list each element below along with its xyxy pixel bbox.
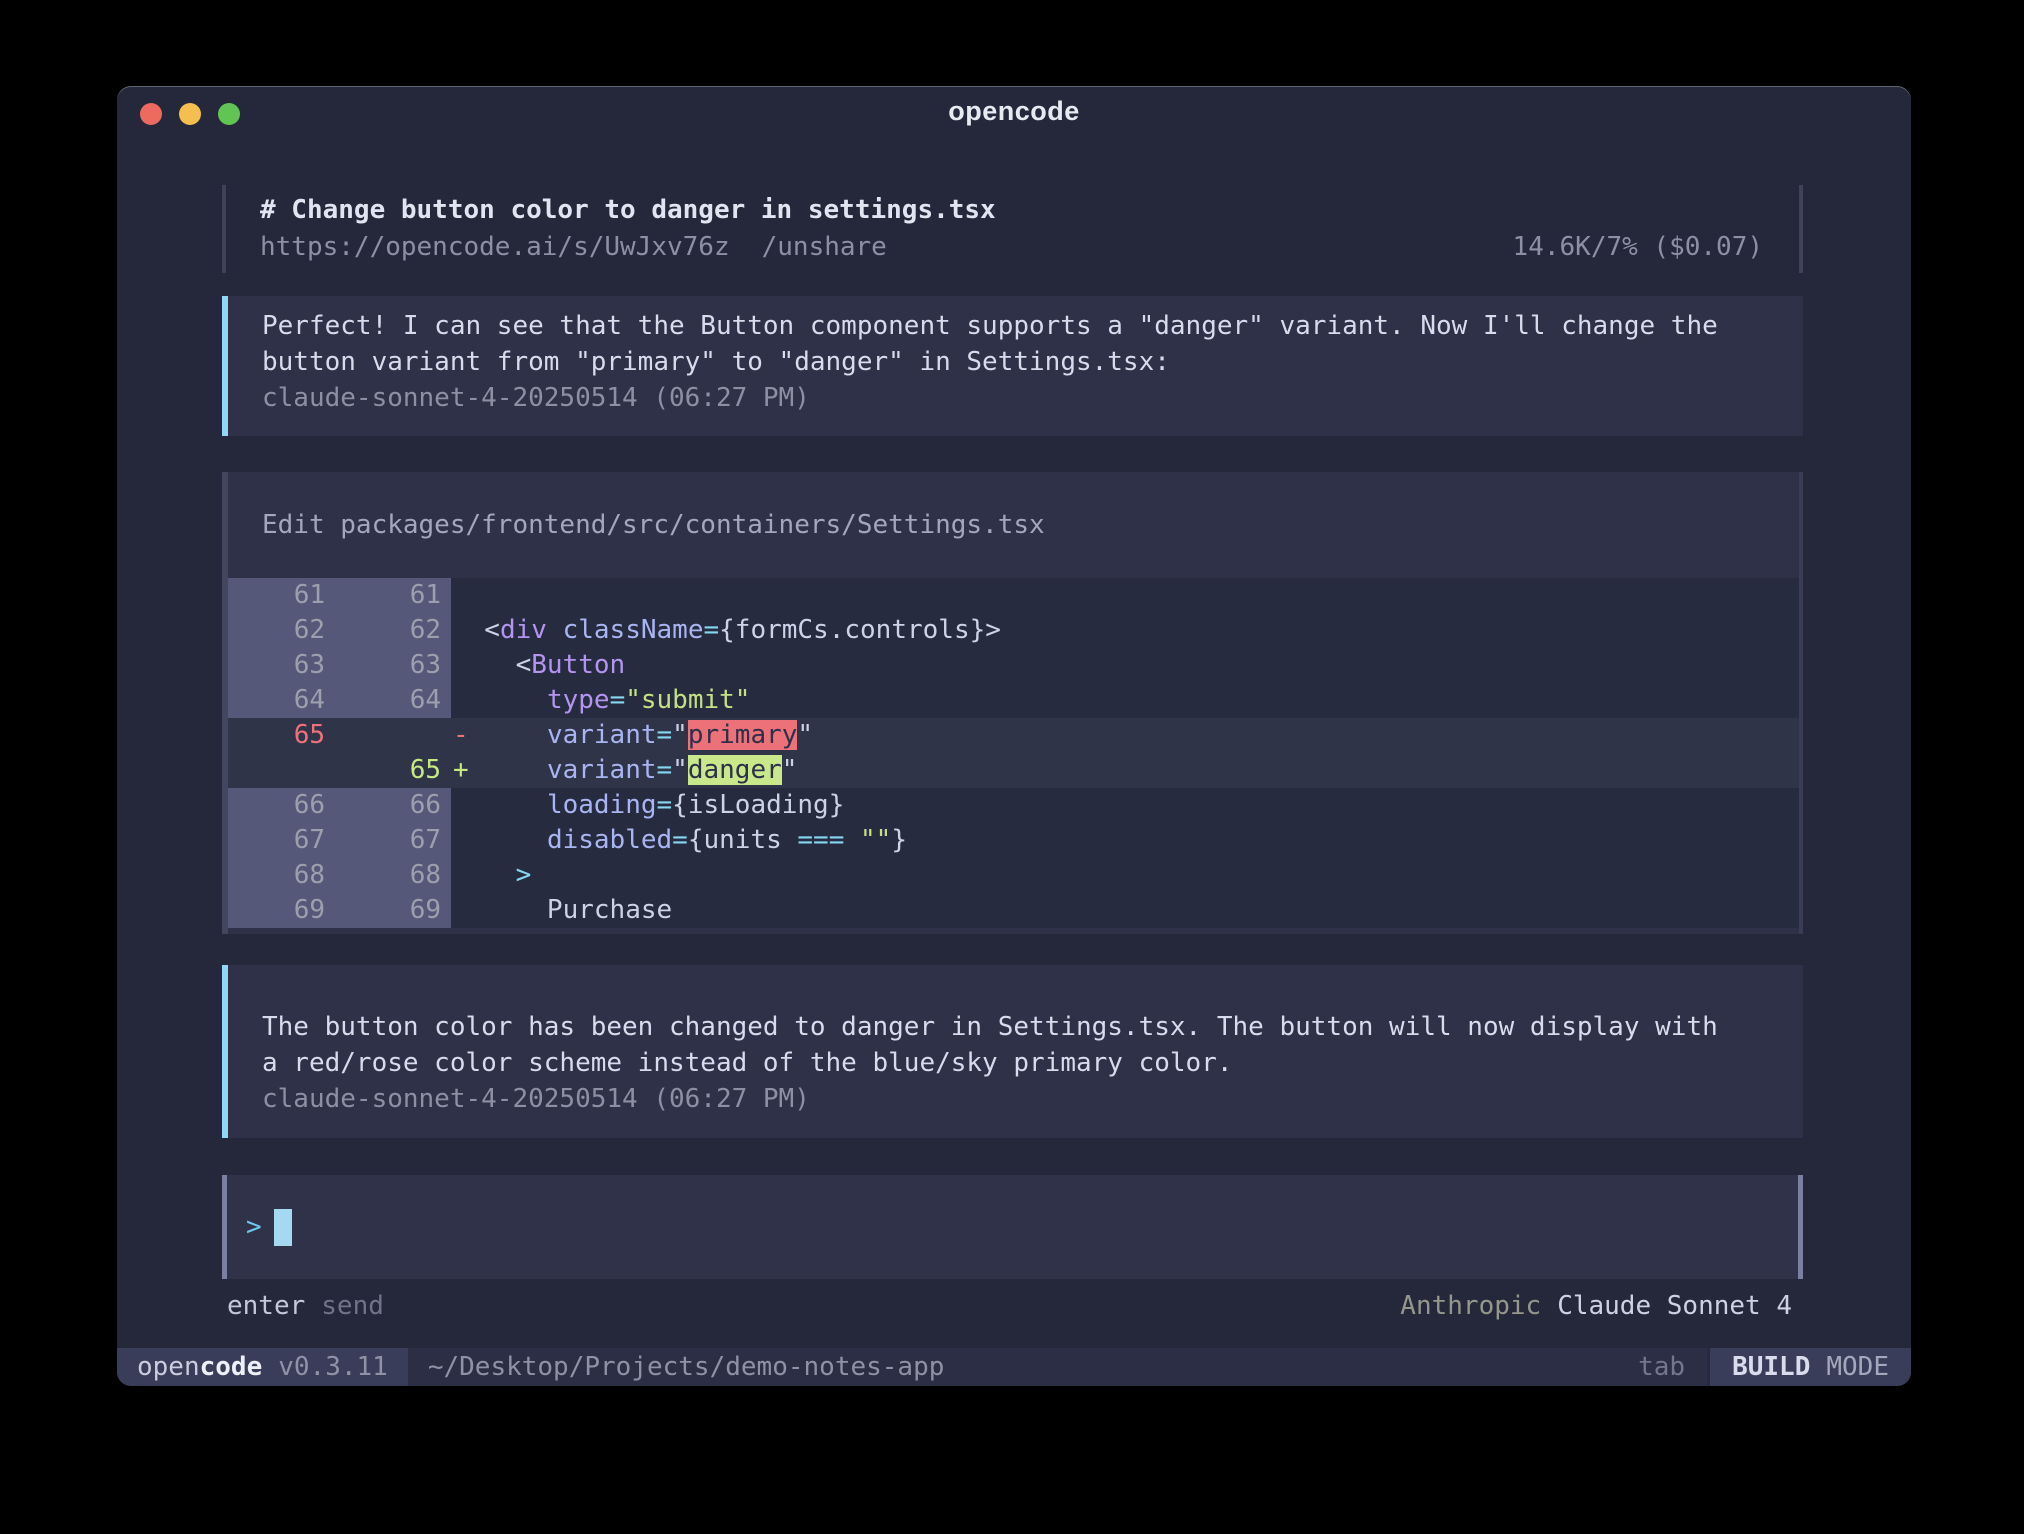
edit-tool-header: Edit packages/frontend/src/containers/Se… xyxy=(228,472,1799,542)
mode-suffix: MODE xyxy=(1826,1352,1889,1382)
old-line-number: 69 xyxy=(228,893,339,928)
diff-table: 6161 6262 <div className={formCs.control… xyxy=(228,578,1799,928)
window-title: opencode xyxy=(117,96,1911,127)
diff-row: 65+ variant="danger" xyxy=(228,753,1799,788)
diff-row: 6767 disabled={units === ""} xyxy=(228,823,1799,858)
new-line-number: 66 xyxy=(339,788,451,823)
new-line-number: 62 xyxy=(339,613,451,648)
message-line: The button color has been changed to dan… xyxy=(262,1009,1803,1045)
app-version: v0.3.11 xyxy=(278,1352,388,1382)
session-title: # Change button color to danger in setti… xyxy=(260,192,996,229)
new-line-number: 68 xyxy=(339,858,451,893)
prompt-symbol: > xyxy=(246,1212,262,1242)
app-version-segment: opencode v0.3.11 xyxy=(117,1348,408,1386)
old-line-number: 66 xyxy=(228,788,339,823)
diff-row: 6666 loading={isLoading} xyxy=(228,788,1799,823)
old-line-number: 62 xyxy=(228,613,339,648)
text-cursor xyxy=(274,1209,292,1246)
provider-label: Anthropic xyxy=(1400,1288,1541,1324)
diff-row: 6262 <div className={formCs.controls}> xyxy=(228,613,1799,648)
context-usage-stats: 14.6K/7% ($0.07) xyxy=(1513,229,1763,266)
status-bar: opencode v0.3.11 ~/Desktop/Projects/demo… xyxy=(117,1348,1911,1386)
old-line-number: 67 xyxy=(228,823,339,858)
diff-code-line xyxy=(451,578,1799,613)
tab-key-hint: tab xyxy=(1638,1352,1685,1382)
assistant-message: Perfect! I can see that the Button compo… xyxy=(222,296,1803,436)
old-line-number: 65 xyxy=(228,718,339,753)
diff-code-line: Purchase xyxy=(451,893,1799,928)
new-line-number: 63 xyxy=(339,648,451,683)
diff-row: 6969 Purchase xyxy=(228,893,1799,928)
main-content: # Change button color to danger in setti… xyxy=(222,142,1803,1324)
diff-code-line: loading={isLoading} xyxy=(451,788,1799,823)
message-line: a red/rose color scheme instead of the b… xyxy=(262,1045,1803,1081)
message-line: button variant from "primary" to "danger… xyxy=(262,344,1803,380)
edit-tool-block: Edit packages/frontend/src/containers/Se… xyxy=(222,472,1803,934)
new-line-number: 64 xyxy=(339,683,451,718)
model-timestamp: claude-sonnet-4-20250514 (06:27 PM) xyxy=(262,1081,1803,1117)
diff-code-line: type="submit" xyxy=(451,683,1799,718)
unshare-command[interactable]: /unshare xyxy=(762,229,887,266)
new-line-number: 65 xyxy=(339,753,451,788)
diff-row: 65 - variant="primary" xyxy=(228,718,1799,753)
new-line-number: 69 xyxy=(339,893,451,928)
app-window: opencode # Change button color to danger… xyxy=(117,86,1911,1386)
model-timestamp: claude-sonnet-4-20250514 (06:27 PM) xyxy=(262,380,1803,416)
hint-row: enter send Anthropic Claude Sonnet 4 xyxy=(222,1288,1803,1324)
mode-segment[interactable]: BUILD MODE xyxy=(1707,1348,1911,1386)
diff-row: 6868 > xyxy=(228,858,1799,893)
message-line: Perfect! I can see that the Button compo… xyxy=(262,308,1803,344)
app-name: open xyxy=(137,1352,200,1382)
diff-row: 6464 type="submit" xyxy=(228,683,1799,718)
old-line-number: 64 xyxy=(228,683,339,718)
prompt-input[interactable]: > xyxy=(222,1175,1803,1279)
diff-code-line: disabled={units === ""} xyxy=(451,823,1799,858)
working-directory: ~/Desktop/Projects/demo-notes-app xyxy=(428,1352,945,1382)
diff-code-line: + variant="danger" xyxy=(451,753,1799,788)
diff-code-line: <div className={formCs.controls}> xyxy=(451,613,1799,648)
diff-code-line: <Button xyxy=(451,648,1799,683)
model-label: Claude Sonnet 4 xyxy=(1557,1288,1792,1324)
diff-row: 6363 <Button xyxy=(228,648,1799,683)
old-line-number: 63 xyxy=(228,648,339,683)
new-line-number: 61 xyxy=(339,578,451,613)
old-line-number xyxy=(228,753,339,788)
diff-code-line: - variant="primary" xyxy=(451,718,1799,753)
enter-key-hint: enter xyxy=(227,1288,305,1324)
title-bar: opencode xyxy=(117,86,1911,142)
new-line-number xyxy=(339,718,451,753)
send-action-hint: send xyxy=(321,1288,384,1324)
assistant-message: The button color has been changed to dan… xyxy=(222,965,1803,1138)
diff-row: 6161 xyxy=(228,578,1799,613)
new-line-number: 67 xyxy=(339,823,451,858)
mode-name: BUILD xyxy=(1732,1352,1810,1382)
session-header: # Change button color to danger in setti… xyxy=(222,185,1803,273)
old-line-number: 61 xyxy=(228,578,339,613)
diff-code-line: > xyxy=(451,858,1799,893)
share-url-link[interactable]: https://opencode.ai/s/UwJxv76z xyxy=(260,229,730,266)
old-line-number: 68 xyxy=(228,858,339,893)
